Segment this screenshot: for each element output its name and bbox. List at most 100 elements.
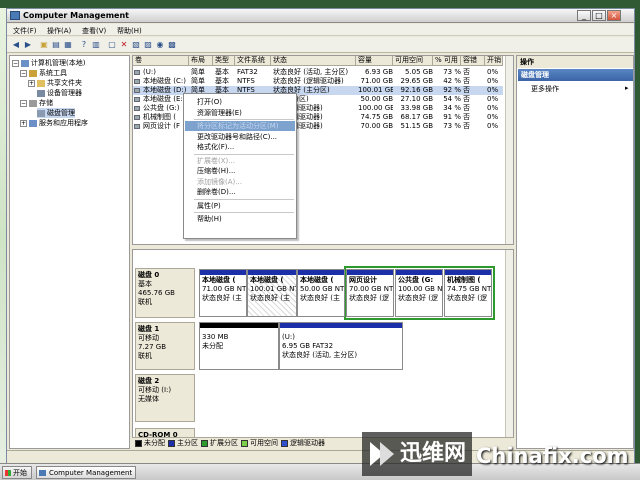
start-button[interactable]: 开始 (2, 466, 32, 479)
legend-swatch (201, 439, 208, 447)
column-header[interactable]: 布局 (189, 56, 213, 66)
tree-item-shared-folders[interactable]: + 共享文件夹 (28, 78, 82, 88)
context-menu-item[interactable]: 扩展卷(X)... (185, 156, 295, 166)
show-tree-icon[interactable]: ▤ (51, 40, 61, 50)
partition[interactable]: 本地磁盘 (100.01 GB NT 状态良好 (主 (247, 269, 297, 317)
expand-icon[interactable]: + (28, 79, 35, 87)
column-header[interactable]: 容量 (356, 56, 393, 66)
column-header[interactable]: 文件系统 (235, 56, 271, 66)
column-header[interactable]: 卷 (133, 56, 189, 66)
context-menu-item[interactable]: 更改驱动器号和路径(C)... (185, 132, 295, 142)
more-actions-arrow-icon: ▸ (625, 84, 629, 92)
column-header[interactable]: 可用空间 (393, 56, 433, 66)
back-icon[interactable]: ◀ (11, 40, 21, 50)
partition[interactable]: (U:) 6.95 GB FAT32 状态良好 (活动, 主分区) (279, 322, 403, 370)
column-header[interactable]: 类型 (213, 56, 235, 66)
volume-icon (134, 124, 140, 129)
partition-type-bar (248, 270, 296, 275)
partition-type-bar (347, 270, 393, 275)
menu-file[interactable]: 文件(F) (13, 26, 37, 36)
actions-group-disk-management[interactable]: 磁盘管理 (518, 69, 633, 81)
partition[interactable]: 330 MB 未分配 (199, 322, 279, 370)
legend-label: 可用空间 (250, 439, 278, 447)
collapse-icon[interactable]: − (12, 59, 19, 67)
menu-view[interactable]: 查看(V) (82, 26, 106, 36)
partition[interactable]: 本地磁盘 (71.00 GB NTF 状态良好 (主 (199, 269, 247, 317)
tree-item-label: 存储 (39, 99, 53, 107)
volume-cell: 73 % (443, 122, 461, 130)
chinafix-logo-icon (370, 442, 394, 466)
more-actions[interactable]: 更多操作 (531, 84, 559, 94)
maximize-button[interactable]: □ (592, 10, 606, 21)
legend-swatch (281, 439, 288, 447)
new-icon[interactable]: ▢ (107, 40, 117, 50)
delete-icon[interactable]: ✕ (119, 40, 129, 50)
collapse-icon[interactable]: − (20, 99, 27, 107)
partition-size: 6.95 GB FAT32 (282, 342, 334, 350)
tree-item-label: 磁盘管理 (47, 109, 75, 117)
folder-up-icon[interactable]: ▣ (39, 40, 49, 50)
actions-pane: 操作 磁盘管理 更多操作 ▸ (516, 55, 634, 449)
collapse-icon[interactable]: − (20, 69, 27, 77)
tree-item-storage[interactable]: − 存储 (20, 98, 53, 108)
partition-status: 状态良好 (逻 (349, 294, 389, 302)
taskbar-computer-management[interactable]: Computer Management (36, 466, 136, 479)
context-menu-item[interactable]: 将分区标记为活动分区(M) (185, 121, 295, 131)
menu-help[interactable]: 帮助(H) (117, 26, 142, 36)
search-icon[interactable]: ◉ (155, 40, 165, 50)
partition[interactable]: 网页设计 70.00 GB NT 状态良好 (逻 (346, 269, 394, 317)
disk-name: 磁盘 2 (138, 377, 160, 385)
disk-info[interactable]: 磁盘 1 可移动 7.27 GB 联机 (135, 322, 195, 370)
disk-info[interactable]: 磁盘 0 基本 465.76 GB 联机 (135, 268, 195, 318)
device-icon (37, 89, 45, 97)
disk-status: 联机 (138, 298, 152, 306)
legend-item: 未分配 (135, 438, 165, 449)
context-menu-item[interactable]: 添加镜像(A)... (185, 177, 295, 187)
partition[interactable]: 本地磁盘 (50.00 GB NTF 状态良好 (主 (297, 269, 345, 317)
tree-item-system-tools[interactable]: − 系统工具 (20, 68, 67, 78)
partition-status: 状态良好 (主 (300, 294, 340, 302)
tree-item-services-apps[interactable]: + 服务和应用程序 (20, 118, 88, 128)
volume-list-scrollbar[interactable] (505, 56, 513, 244)
details-icon[interactable]: ▥ (91, 40, 101, 50)
tree-item-computer-management[interactable]: − 计算机管理(本地) (12, 58, 85, 68)
partition-status: 状态良好 (主 (250, 294, 290, 302)
partition-name: 公共盘 (G: (398, 276, 434, 284)
open-icon[interactable]: ▧ (131, 40, 141, 50)
computer-icon (21, 59, 29, 67)
help-icon[interactable]: ? (79, 40, 89, 50)
save-icon[interactable]: ▨ (143, 40, 153, 50)
partition-status: 状态良好 (主 (202, 294, 242, 302)
context-menu-item[interactable]: 删除卷(D)... (185, 187, 295, 197)
title-bar[interactable]: Computer Management _ □ × (7, 9, 634, 23)
partition[interactable]: 公共盘 (G: 100.00 GB NT 状态良好 (逻 (395, 269, 443, 317)
partition-size: 70.00 GB NT (349, 285, 394, 293)
volume-cell: 0% (487, 122, 499, 130)
minimize-button[interactable]: _ (577, 10, 591, 21)
tree-item-disk-management[interactable]: 磁盘管理 (37, 108, 75, 118)
context-menu-item[interactable]: 格式化(F)... (185, 142, 295, 152)
disk-map-scrollbar[interactable] (505, 250, 513, 440)
legend-label: 未分配 (144, 439, 165, 447)
column-header[interactable]: 状态 (271, 56, 356, 66)
column-header[interactable]: 开销 (485, 56, 503, 66)
context-menu-item[interactable]: 属性(P) (185, 201, 295, 211)
legend-label: 主分区 (177, 439, 198, 447)
tree-item-device-manager[interactable]: 设备管理器 (37, 88, 82, 98)
context-menu-item[interactable]: 压缩卷(H)... (185, 166, 295, 176)
disk-info[interactable]: 磁盘 2 可移动 (I:) 无媒体 (135, 374, 195, 422)
watermark-left-text: 迅维网 (400, 441, 467, 466)
menu-action[interactable]: 操作(A) (47, 26, 71, 36)
column-header[interactable]: 容错 (461, 56, 485, 66)
forward-icon[interactable]: ▶ (23, 40, 33, 50)
expand-icon[interactable]: + (20, 119, 27, 127)
column-header[interactable]: % 可用 (433, 56, 461, 66)
context-menu-item[interactable]: 资源管理器(E) (185, 108, 295, 118)
disk-name: 磁盘 0 (138, 271, 160, 279)
context-menu-item[interactable]: 打开(O) (185, 97, 295, 107)
close-button[interactable]: × (607, 10, 621, 21)
partition[interactable]: 机械制图 (74.75 GB NTF 状态良好 (逻 (444, 269, 492, 317)
properties-icon[interactable]: ▦ (63, 40, 73, 50)
context-menu-item[interactable]: 帮助(H) (185, 214, 295, 224)
list-icon[interactable]: ▩ (167, 40, 177, 50)
